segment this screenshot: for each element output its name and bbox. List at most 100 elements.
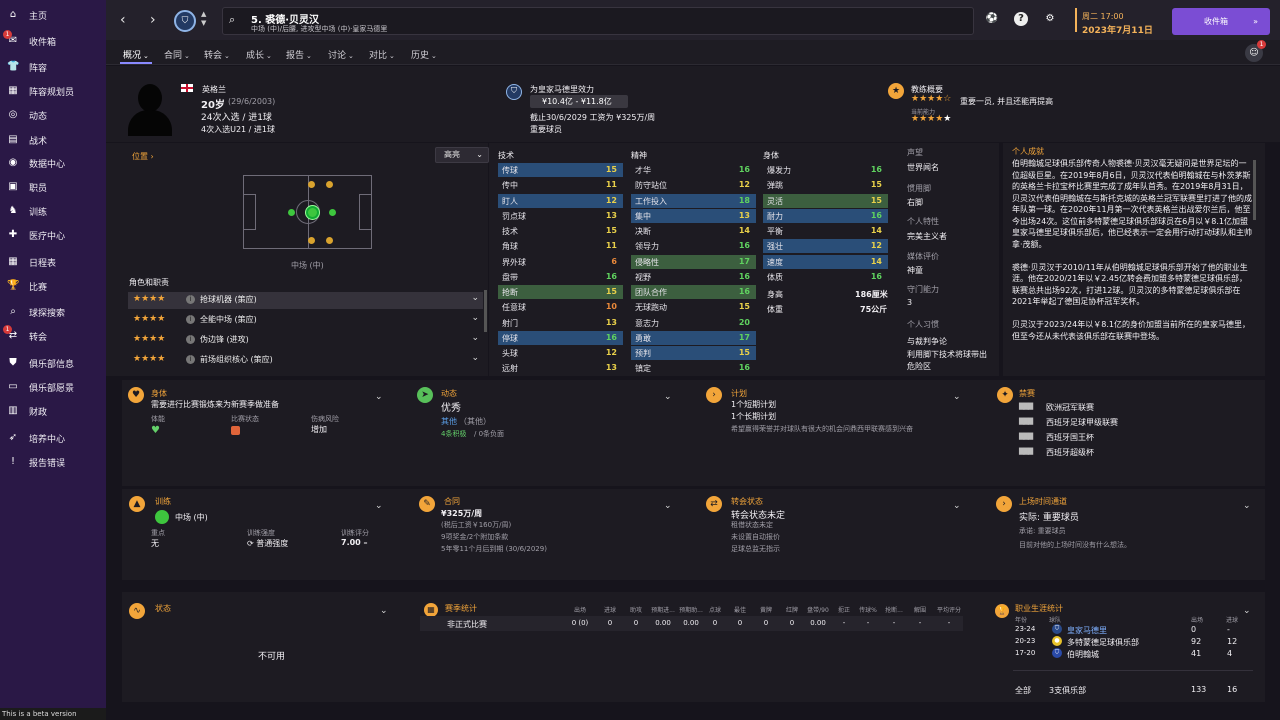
attribute-row[interactable]: 传球 15: [498, 163, 623, 177]
attribute-row[interactable]: 任意球 10: [498, 300, 623, 314]
attribute-row[interactable]: 传中 11: [498, 178, 623, 192]
info-gk-title[interactable]: 守门能力: [907, 284, 939, 295]
sidebar-item-3[interactable]: ▦ 阵容规划员: [0, 80, 106, 102]
tab-5[interactable]: 讨论 ⌄: [328, 48, 354, 61]
dynamics-sub1[interactable]: 其他: [441, 416, 457, 427]
sidebar-item-15[interactable]: ▭ 俱乐部愿景: [0, 376, 106, 398]
attribute-row[interactable]: 侵略性 17: [631, 254, 756, 269]
career-club[interactable]: 多特蒙德足球俱乐部: [1067, 637, 1139, 648]
forward-arrow-icon[interactable]: ›: [150, 12, 156, 28]
attribute-row[interactable]: 强壮 12: [763, 239, 888, 254]
stats-header[interactable]: 盘带/90: [805, 605, 831, 614]
tab-3[interactable]: 成长 ⌄: [246, 48, 272, 61]
stats-header[interactable]: 黄牌: [753, 605, 779, 614]
dynamics-chevron-down-icon[interactable]: ⌄: [664, 392, 672, 402]
stats-header[interactable]: 抢断...: [881, 605, 907, 614]
stats-header[interactable]: 红牌: [779, 605, 805, 614]
inbox-continue-button[interactable]: 收件箱 »: [1172, 8, 1270, 35]
attribute-row[interactable]: 集中 13: [631, 208, 756, 223]
sidebar-item-8[interactable]: ♞ 训练: [0, 200, 106, 222]
bio-scrollbar[interactable]: [1253, 160, 1256, 220]
attribute-row[interactable]: 意志力 20: [631, 316, 756, 330]
transfer-chevron-down-icon[interactable]: ⌄: [953, 501, 961, 511]
attribute-row[interactable]: 抢断 15: [498, 285, 623, 299]
player-switch-arrows-icon[interactable]: ▲ ▼: [201, 10, 206, 28]
tab-4[interactable]: 报告 ⌄: [286, 48, 312, 61]
sidebar-item-0[interactable]: ⌂ 主页: [0, 4, 106, 26]
info-icon[interactable]: i: [186, 315, 195, 324]
playtime-title[interactable]: 上场时间通道: [1019, 496, 1067, 507]
attribute-row[interactable]: 平衡 14: [763, 224, 888, 238]
plans-chevron-down-icon[interactable]: ⌄: [953, 392, 961, 402]
stats-header[interactable]: 预期进...: [650, 605, 676, 614]
role-row[interactable]: ★★★★ i 全能中场 (策应) ⌄: [128, 312, 483, 329]
back-arrow-icon[interactable]: ‹: [120, 12, 126, 28]
sidebar-item-4[interactable]: ◎ 动态: [0, 104, 106, 126]
stats-header[interactable]: 扼正: [831, 605, 857, 614]
chevron-down-icon[interactable]: ⌄: [471, 293, 479, 303]
tab-1[interactable]: 合同 ⌄: [164, 48, 190, 61]
form-chevron-down-icon[interactable]: ⌄: [380, 606, 388, 616]
stats-header[interactable]: 出场: [567, 605, 593, 614]
attribute-row[interactable]: 工作投入 18: [631, 193, 756, 208]
info-habits-title[interactable]: 个人习惯: [907, 319, 939, 330]
attribute-row[interactable]: 领导力 16: [631, 239, 756, 253]
dynamics-title[interactable]: 动态: [441, 388, 457, 399]
club-badge-icon[interactable]: ⛉: [174, 10, 196, 32]
sidebar-item-7[interactable]: ▣ 职员: [0, 176, 106, 198]
stats-header[interactable]: 最佳: [727, 605, 753, 614]
sidebar-item-6[interactable]: ◉ 数据中心: [0, 152, 106, 174]
fitness-chevron-down-icon[interactable]: ⌄: [375, 392, 383, 402]
transfer-status-title[interactable]: 转会状态: [731, 496, 763, 507]
info-foot-title[interactable]: 惯用脚: [907, 183, 931, 194]
attribute-row[interactable]: 射门 13: [498, 316, 623, 330]
attribute-row[interactable]: 团队合作 16: [631, 285, 756, 299]
info-rep-title[interactable]: 声望: [907, 147, 923, 158]
attribute-row[interactable]: 决断 14: [631, 224, 756, 238]
info-icon[interactable]: i: [186, 335, 195, 344]
training-title[interactable]: 训练: [155, 496, 171, 507]
attribute-row[interactable]: 盘带 16: [498, 270, 623, 284]
attribute-row[interactable]: 界外球 6: [498, 255, 623, 269]
attribute-row[interactable]: 罚点球 13: [498, 209, 623, 223]
info-icon[interactable]: i: [186, 355, 195, 364]
sidebar-item-10[interactable]: ▦ 日程表: [0, 251, 106, 273]
tab-7[interactable]: 历史 ⌄: [411, 48, 437, 61]
chevron-down-icon[interactable]: ⌄: [471, 353, 479, 363]
info-media-title[interactable]: 媒体评价: [907, 251, 939, 262]
role-row[interactable]: ★★★★ i 伪边锋 (进攻) ⌄: [128, 332, 483, 349]
info-trait-title[interactable]: 个人特性: [907, 216, 939, 227]
attribute-row[interactable]: 预判 15: [631, 346, 756, 360]
attribute-row[interactable]: 技术 15: [498, 224, 623, 238]
tab-2[interactable]: 转会 ⌄: [204, 48, 230, 61]
season-stats-title[interactable]: 赛季统计: [445, 603, 477, 614]
attribute-row[interactable]: 视野 16: [631, 270, 756, 284]
sidebar-item-17[interactable]: ➶ 培养中心: [0, 427, 106, 449]
sidebar-item-1[interactable]: ✉ 收件箱 1: [0, 30, 106, 52]
plans-title[interactable]: 计划: [731, 388, 747, 399]
sidebar-item-18[interactable]: ! 报告错误: [0, 451, 106, 473]
settings-gear-icon[interactable]: ⚙: [1043, 12, 1057, 26]
sidebar-item-2[interactable]: 👕 阵容: [0, 56, 106, 78]
role-row[interactable]: ★★★★ i 前场组织核心 (策应) ⌄: [128, 352, 483, 369]
bio-title[interactable]: 个人成就: [1012, 146, 1044, 157]
training-chevron-down-icon[interactable]: ⌄: [375, 501, 383, 511]
stats-header[interactable]: 助攻: [623, 605, 649, 614]
attribute-row[interactable]: 镇定 16: [631, 361, 756, 375]
highlight-mode-dropdown[interactable]: 高亮 ⌄: [435, 147, 489, 163]
sidebar-item-12[interactable]: ⌕ 球探搜索: [0, 301, 106, 323]
contract-chevron-down-icon[interactable]: ⌄: [664, 501, 672, 511]
attribute-row[interactable]: 勇敢 17: [631, 330, 756, 345]
football-icon[interactable]: ⚽: [985, 12, 999, 26]
staff-avatar-icon[interactable]: ☺ 1: [1245, 40, 1266, 62]
stats-header[interactable]: 进球: [597, 605, 623, 614]
career-club[interactable]: 伯明翰城: [1067, 649, 1099, 660]
attribute-row[interactable]: 爆发力 16: [763, 163, 888, 177]
sidebar-item-13[interactable]: ⇄ 转会 1: [0, 325, 106, 347]
info-icon[interactable]: i: [186, 295, 195, 304]
attribute-row[interactable]: 远射 13: [498, 361, 623, 375]
stats-header[interactable]: 传球%: [855, 605, 881, 614]
tab-0[interactable]: 概况 ⌄: [123, 48, 149, 61]
attribute-row[interactable]: 弹跳 15: [763, 178, 888, 192]
sidebar-item-11[interactable]: 🏆 比赛: [0, 275, 106, 297]
